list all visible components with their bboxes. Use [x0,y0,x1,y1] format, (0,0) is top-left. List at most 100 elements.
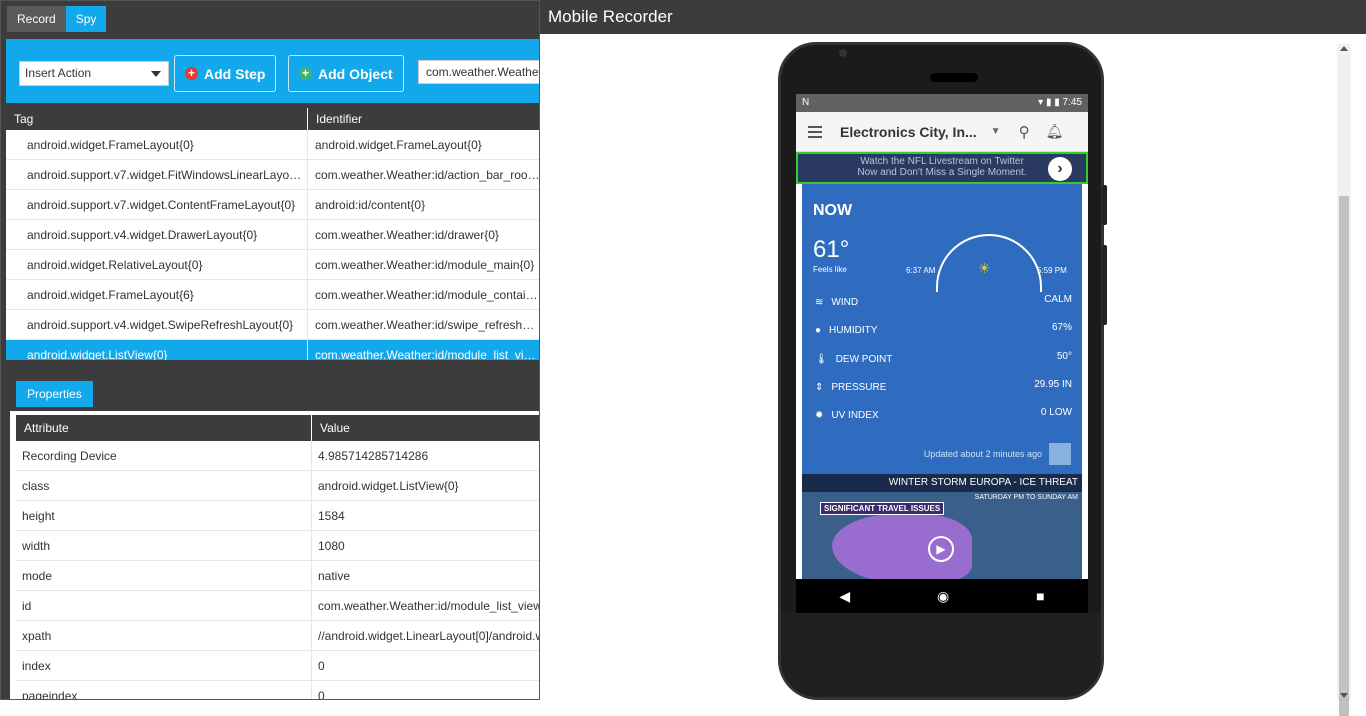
value-cell: android.widget.ListView{0} [312,471,539,500]
bell-icon[interactable]: 🔔︎ [1046,123,1064,140]
tag-cell: android.support.v4.widget.SwipeRefreshLa… [6,310,308,339]
condition-value: 29.95 IN [1034,379,1072,390]
attribute-cell: index [16,651,312,680]
search-icon[interactable]: ⚲ [1019,123,1030,141]
properties-table: Attribute Value Recording Device 4.985714… [16,415,539,699]
attribute-cell: Recording Device [16,441,312,470]
weather-channel-logo [1049,443,1071,465]
ad-line-1: Watch the NFL Livestream on Twitter [860,156,1024,167]
video-thumbnail[interactable]: WINTER STORM EUROPA - ICE THREAT SATURDA… [802,474,1082,582]
identifier-cell: android.widget.FrameLayout{0} [308,130,539,159]
ad-line-2: Now and Don't Miss a Single Moment. [857,167,1027,178]
identifier-cell: com.weather.Weather:id/action_bar_root{0… [308,160,539,189]
scroll-up-icon[interactable] [1340,46,1348,51]
vertical-scrollbar[interactable] [1337,44,1351,716]
identifier-cell: com.weather.Weather:id/module_list_view{… [308,340,539,360]
column-header-value[interactable]: Value [312,415,539,441]
table-row[interactable]: android.support.v7.widget.FitWindowsLine… [6,160,539,190]
drop-icon: ● [815,324,822,336]
condition-label: WIND [831,296,859,308]
spy-toolbar: Insert Action + Add Step + Add Object co… [6,39,539,103]
current-conditions-card[interactable]: NOW 61° Feels like ☀ 6:37 AM 5:59 PM ≋ WI… [802,184,1082,474]
value-cell: native [312,561,539,590]
camera-icon [839,49,847,57]
attribute-cell: pageindex [16,681,312,699]
device-screen[interactable]: N ▾ ▮ ▮ 7:45 Electronics City, In... ▼ ⚲… [796,94,1088,613]
sunset-time: 5:59 PM [1037,266,1067,275]
attribute-cell: class [16,471,312,500]
tag-cell: android.support.v7.widget.ContentFrameLa… [6,190,308,219]
element-tree-table: Tag Identifier android.widget.FrameLayou… [6,108,539,360]
add-object-label: Add Object [318,65,393,82]
ad-banner[interactable]: Watch the NFL Livestream on Twitter Now … [796,152,1088,184]
table-row[interactable]: android.support.v4.widget.SwipeRefreshLa… [6,310,539,340]
condition-value: 67% [1051,322,1072,333]
table-row[interactable]: android.support.v7.widget.ContentFrameLa… [6,190,539,220]
column-header-tag[interactable]: Tag [6,108,308,130]
table-row[interactable]: index 0 [16,651,539,681]
table-row[interactable]: height 1584 [16,501,539,531]
properties-panel: Properties Attribute Value Recording Dev… [6,377,539,699]
current-temperature: 61° [813,236,850,263]
scroll-down-icon[interactable] [1340,693,1348,698]
table-row[interactable]: xpath//android.widget.LinearLayout[0]/an… [16,621,539,651]
table-row[interactable]: width 1080 [16,531,539,561]
recents-icon[interactable]: ■ [1036,588,1044,604]
table-row[interactable]: mode native [16,561,539,591]
properties-table-header: Attribute Value [16,415,539,441]
location-selector[interactable]: Electronics City, In... [840,124,977,140]
table-row[interactable]: android.widget.FrameLayout{6} com.weather… [6,280,539,310]
plus-circle-icon: + [185,67,198,80]
add-object-button[interactable]: + Add Object [288,55,404,92]
power-button [1102,185,1107,225]
clock-label: 7:45 [1062,97,1082,108]
play-icon[interactable]: ▶ [928,536,954,562]
tab-spy[interactable]: Spy [65,6,107,32]
back-icon[interactable]: ◀ [839,588,850,605]
value-cell: 0 [312,651,539,680]
column-header-identifier[interactable]: Identifier [308,108,539,130]
action-select[interactable]: Insert Action [19,61,169,86]
chevron-down-icon[interactable]: ▼ [991,126,1001,137]
package-field[interactable]: com.weather.Weather [418,60,539,84]
table-row[interactable]: class android.widget.ListView{0} [16,471,539,501]
properties-header: Properties [10,377,539,411]
plus-circle-icon: + [299,67,312,80]
menu-icon[interactable] [808,123,822,141]
table-row[interactable]: android.support.v4.widget.DrawerLayout{0… [6,220,539,250]
chevron-right-icon[interactable]: › [1048,157,1072,181]
table-row[interactable]: Recording Device 4.985714285714286 [16,441,539,471]
travel-issues-tag: SIGNIFICANT TRAVEL ISSUES [820,502,945,515]
value-cell: 4.985714285714286 [312,441,539,470]
table-row[interactable]: id com.weather.Weather:id/module_list_vie… [16,591,539,621]
volume-button [1102,245,1107,325]
attribute-cell: height [16,501,312,530]
table-row[interactable]: pageindex 0 [16,681,539,699]
table-row[interactable]: android.widget.RelativeLayout{0} com.weat… [6,250,539,280]
app-bar: Electronics City, In... ▼ ⚲ 🔔︎ [796,112,1088,152]
add-step-button[interactable]: + Add Step [174,55,277,92]
table-row[interactable]: android.widget.FrameLayout{0} android.wid… [6,130,539,160]
wind-icon: ≋ [815,296,824,308]
table-row-selected[interactable]: android.widget.ListView{0} com.weather.We… [6,340,539,360]
column-header-attribute[interactable]: Attribute [16,415,312,441]
condition-value: 50° [1056,351,1072,362]
condition-value: CALM [1044,294,1072,305]
condition-row-humidity: ● HUMIDITY 67% [815,322,1072,338]
tag-cell: android.widget.ListView{0} [6,340,308,360]
identifier-cell: com.weather.Weather:id/module_container{… [308,280,539,309]
speaker-grille [930,73,978,82]
tag-cell: android.widget.RelativeLayout{0} [6,250,308,279]
tab-record[interactable]: Record [7,6,66,32]
identifier-cell: com.weather.Weather:id/drawer{0} [308,220,539,249]
condition-label: HUMIDITY [829,324,878,336]
home-icon[interactable]: ◉ [937,588,949,605]
condition-label: PRESSURE [831,381,887,393]
attribute-cell: xpath [16,621,312,650]
scrollbar-thumb[interactable] [1339,196,1349,716]
tab-properties[interactable]: Properties [16,381,93,407]
notification-icon: N [802,97,810,108]
mode-tabs: Record Spy [7,6,107,32]
value-cell: //android.widget.LinearLayout[0]/android… [312,621,539,650]
condition-label: UV INDEX [831,409,879,421]
